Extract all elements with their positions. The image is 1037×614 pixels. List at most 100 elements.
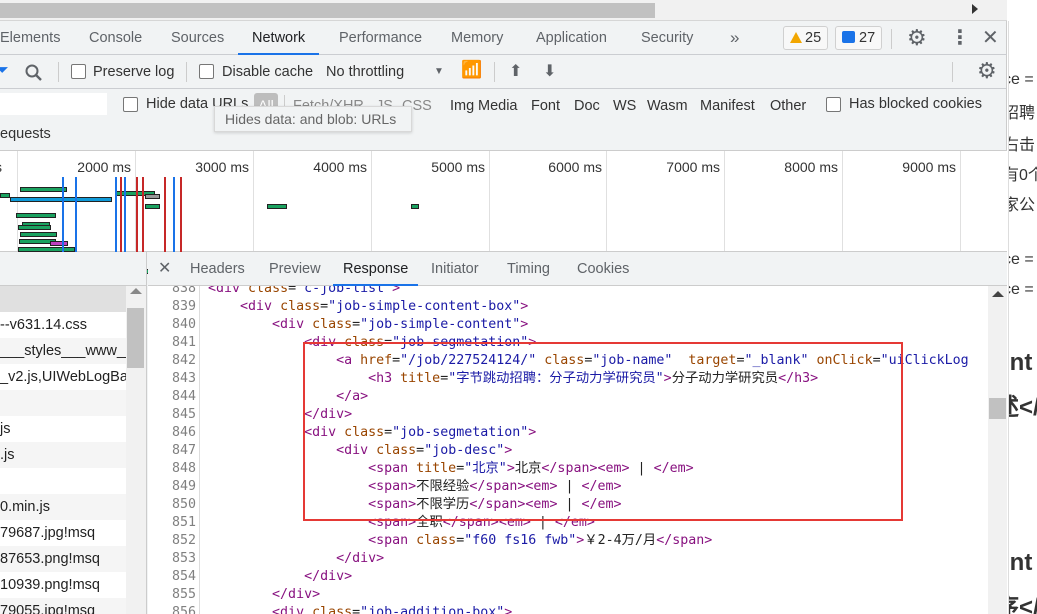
filter-type-doc[interactable]: Doc: [574, 98, 600, 114]
line-number: 851: [171, 515, 196, 530]
export-har-icon[interactable]: ⬇: [543, 61, 556, 81]
request-list: --v631.14.css___styles___www____v2.js,UI…: [0, 252, 147, 614]
has-blocked-cookies-checkbox[interactable]: [826, 97, 841, 112]
has-blocked-cookies-label: Has blocked cookies: [849, 96, 982, 112]
filter-type-other[interactable]: Other: [770, 98, 806, 114]
network-settings-gear-icon[interactable]: ⚙: [977, 58, 997, 84]
tab-security[interactable]: Security: [641, 21, 693, 55]
line-number: 840: [171, 317, 196, 332]
request-row[interactable]: _v2.js,UIWebLogBas: [0, 364, 126, 390]
messages-count: 27: [859, 30, 876, 46]
code-scrollbar[interactable]: [988, 286, 1007, 614]
tooltip: Hides data: and blob: URLs: [214, 106, 412, 132]
page-text: ont: [1009, 549, 1033, 576]
network-conditions-icon[interactable]: 📶: [461, 60, 482, 80]
search-icon[interactable]: [25, 64, 43, 82]
filter-type-font[interactable]: Font: [531, 98, 560, 114]
tab-application[interactable]: Application: [536, 21, 607, 55]
more-options-icon[interactable]: ⋮: [950, 25, 970, 50]
line-number: 855: [171, 587, 196, 602]
filter-type-media[interactable]: Media: [478, 98, 518, 114]
request-row[interactable]: js: [0, 416, 126, 442]
page-behind-devtools: ce = 招聘右击有0个家公 ce = ce = ont 述</ ont 序</: [1008, 21, 1037, 614]
tab-sources[interactable]: Sources: [171, 21, 224, 55]
request-row[interactable]: ___styles___www___: [0, 338, 126, 364]
timeline-gridline: [842, 151, 843, 251]
messages-badge[interactable]: 27: [835, 26, 883, 50]
waterfall-bar: [20, 187, 67, 192]
request-row[interactable]: 79055.jpg!msq: [0, 598, 126, 614]
code-line: </div>: [336, 551, 385, 566]
waterfall-bar: [16, 213, 56, 218]
request-list-scrollbar[interactable]: [126, 286, 146, 614]
close-icon[interactable]: ✕: [982, 25, 999, 50]
request-row[interactable]: .js: [0, 442, 126, 468]
tab-timing[interactable]: Timing: [507, 252, 550, 286]
scrollbar-thumb[interactable]: [989, 398, 1006, 419]
page-text: 家公: [1009, 197, 1036, 214]
import-har-icon[interactable]: ⬆: [509, 61, 522, 81]
timeline-event-marker: [75, 177, 77, 252]
disable-cache-label: Disable cache: [222, 64, 314, 80]
request-row[interactable]: 10939.png!msq: [0, 572, 126, 598]
warnings-badge[interactable]: 25: [783, 26, 829, 50]
hide-data-urls-checkbox[interactable]: [123, 97, 138, 112]
horizontal-scrollbar[interactable]: [0, 0, 1007, 21]
line-number: 849: [171, 479, 196, 494]
filter-type-manifest[interactable]: Manifest: [700, 98, 755, 114]
request-row[interactable]: --v631.14.css: [0, 312, 126, 338]
disable-cache-checkbox[interactable]: [199, 64, 214, 79]
request-row[interactable]: [0, 286, 126, 312]
dropdown-arrow-icon[interactable]: ▼: [434, 66, 444, 77]
timeline-tick-label: 6000 ms: [548, 159, 602, 175]
timeline-event-marker: [136, 177, 138, 252]
line-number: 847: [171, 443, 196, 458]
filter-type-ws[interactable]: WS: [613, 98, 636, 114]
scrollbar-thumb[interactable]: [0, 3, 655, 18]
tab-console[interactable]: Console: [89, 21, 142, 55]
request-row[interactable]: [0, 468, 126, 494]
line-number: 854: [171, 569, 196, 584]
filter-type-img[interactable]: Img: [450, 98, 474, 114]
timeline-gridline: [371, 151, 372, 251]
tab-network[interactable]: Network: [238, 21, 320, 55]
filter-icon[interactable]: ⏷: [0, 62, 9, 80]
more-tabs-button[interactable]: »: [730, 21, 739, 55]
tab-initiator[interactable]: Initiator: [431, 252, 479, 286]
tab-elements[interactable]: Elements: [0, 21, 60, 55]
line-number: 853: [171, 551, 196, 566]
code-line: </div>: [272, 587, 321, 602]
line-number: 856: [171, 605, 196, 614]
timeline-gridline: [960, 151, 961, 251]
filter-input[interactable]: [0, 93, 107, 115]
tab-response[interactable]: Response: [333, 252, 419, 286]
scrollbar-thumb[interactable]: [127, 308, 144, 368]
scroll-up-arrow-icon[interactable]: [992, 291, 1004, 297]
code-line: <div class="c-job-list">: [208, 286, 401, 296]
line-number: 846: [171, 425, 196, 440]
tab-headers[interactable]: Headers: [190, 252, 245, 286]
timeline-tick-label: 5000 ms: [431, 159, 485, 175]
request-row[interactable]: 0.min.js: [0, 494, 126, 520]
request-row[interactable]: [0, 390, 126, 416]
devtools-tab-bar: Elements Console Sources Network Perform…: [0, 21, 1007, 55]
tab-memory[interactable]: Memory: [451, 21, 503, 55]
close-detail-icon[interactable]: ✕: [158, 258, 171, 278]
scroll-right-arrow-icon[interactable]: [972, 4, 978, 14]
page-text: ce =: [1009, 281, 1034, 298]
throttling-select[interactable]: No throttling: [326, 64, 404, 80]
filter-type-wasm[interactable]: Wasm: [647, 98, 688, 114]
tab-performance[interactable]: Performance: [339, 21, 422, 55]
line-number: 850: [171, 497, 196, 512]
devtools-panel: Elements Console Sources Network Perform…: [0, 21, 1007, 614]
timeline-gridline: [253, 151, 254, 251]
preserve-log-checkbox[interactable]: [71, 64, 86, 79]
network-overview-timeline[interactable]: ms 2000 ms 3000 ms 4000 ms 5000 ms 6000 ms 700…: [0, 150, 1007, 280]
settings-gear-icon[interactable]: ⚙: [907, 25, 927, 51]
request-row[interactable]: 79687.jpg!msq: [0, 520, 126, 546]
tab-preview[interactable]: Preview: [269, 252, 321, 286]
request-row[interactable]: 87653.png!msq: [0, 546, 126, 572]
scroll-up-arrow-icon[interactable]: [130, 288, 142, 294]
tab-cookies[interactable]: Cookies: [577, 252, 629, 286]
detail-tab-bar: ✕ Headers Preview Response Initiator Tim…: [148, 252, 1007, 286]
